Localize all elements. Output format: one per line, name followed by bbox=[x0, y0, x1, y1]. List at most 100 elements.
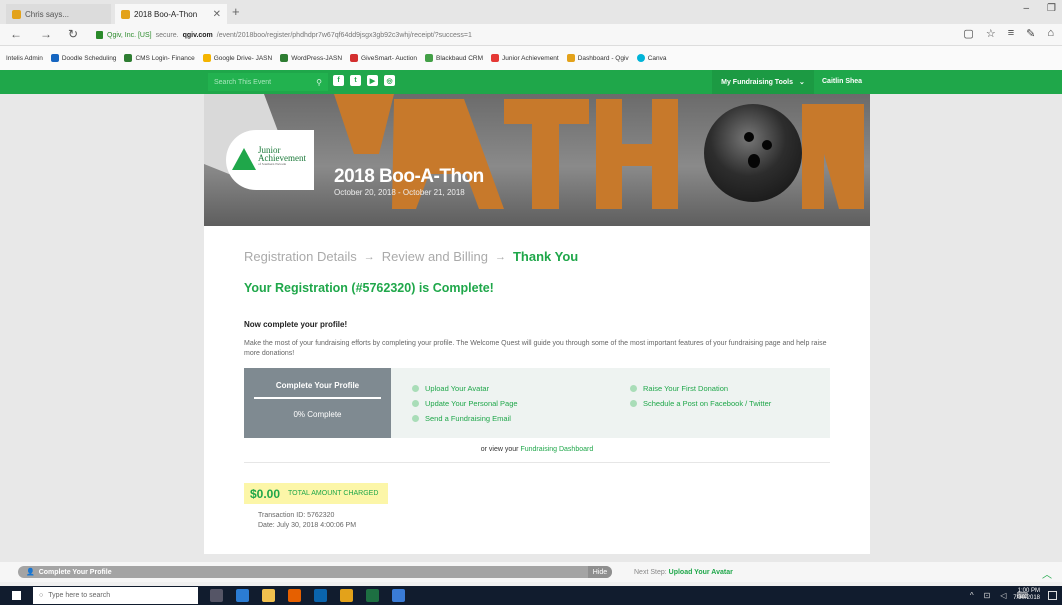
notifications-icon[interactable] bbox=[1048, 591, 1057, 600]
quest-progress-pill[interactable]: 👤 Complete Your Profile bbox=[18, 566, 612, 578]
bookmark-qgiv-dashboard[interactable]: Dashboard - Qgiv bbox=[566, 54, 629, 62]
browser-toolbar-icons: ▢ ☆ ≡ ✎ ⌂ bbox=[963, 27, 1054, 40]
qgiv-icon bbox=[566, 54, 575, 62]
bookmark-wordpress[interactable]: WordPress-JASN bbox=[280, 54, 342, 62]
taskbar-clock[interactable]: 1:00 PM 7/30/2018 bbox=[1013, 588, 1040, 602]
event-dates: October 20, 2018 - October 21, 2018 bbox=[334, 188, 465, 197]
outlook-icon[interactable] bbox=[314, 589, 327, 602]
clock-time: 1:00 PM bbox=[1017, 588, 1040, 594]
profile-subheading: Now complete your profile! bbox=[244, 320, 348, 329]
windows-taskbar: ○ Type here to search ^ ⊡ ◁ ⌨ 1:00 PM 7/… bbox=[0, 586, 1062, 605]
bookmark-label: Intelis Admin bbox=[6, 54, 43, 62]
instagram-icon[interactable]: ◎ bbox=[384, 75, 395, 86]
url-org: Qgiv, Inc. [US] bbox=[107, 31, 152, 39]
file-explorer-icon[interactable] bbox=[262, 589, 275, 602]
bookmark-label: Doodle Scheduling bbox=[61, 54, 117, 62]
taskbar-search-placeholder: Type here to search bbox=[48, 592, 111, 599]
profile-progress-label: 0% Complete bbox=[293, 410, 342, 419]
notes-icon[interactable]: ✎ bbox=[1026, 27, 1035, 40]
confirmation-heading: Your Registration (#5762320) is Complete… bbox=[244, 281, 494, 295]
edge-icon[interactable] bbox=[236, 589, 249, 602]
browser-tab-boo-a-thon[interactable]: 2018 Boo-A-Thon ✕ bbox=[115, 4, 227, 24]
event-title: 2018 Boo-A-Thon bbox=[334, 166, 484, 187]
restore-icon[interactable]: ❐ bbox=[1047, 3, 1056, 14]
reading-view-icon[interactable]: ▢ bbox=[963, 27, 973, 40]
volume-icon[interactable]: ◁ bbox=[1000, 591, 1006, 600]
google-drive-icon bbox=[202, 54, 211, 62]
favorite-star-icon[interactable]: ☆ bbox=[986, 27, 996, 40]
star-favicon-icon bbox=[12, 9, 21, 19]
qgiv-app-icon[interactable] bbox=[340, 589, 353, 602]
hub-icon[interactable]: ≡ bbox=[1008, 27, 1014, 40]
task-raise-first-donation[interactable]: Raise Your First Donation bbox=[630, 384, 728, 393]
canva-icon bbox=[636, 54, 645, 62]
browser-tab-chris[interactable]: Chris says... bbox=[6, 4, 111, 24]
windows-start-icon[interactable] bbox=[12, 591, 21, 600]
firefox-icon[interactable] bbox=[288, 589, 301, 602]
bookmark-givesmart[interactable]: GiveSmart- Auction bbox=[350, 54, 417, 62]
step-registration-details: Registration Details bbox=[244, 249, 357, 264]
close-tab-icon[interactable]: ✕ bbox=[213, 9, 221, 20]
ja-logo-text: Junior Achievement of Southern Nevada bbox=[258, 145, 306, 167]
hide-quest-button[interactable]: Hide bbox=[588, 566, 612, 578]
facebook-icon[interactable]: f bbox=[333, 75, 344, 86]
registration-steps: Registration Details → Review and Billin… bbox=[244, 249, 578, 264]
event-search-input[interactable]: Search This Event ⚲ bbox=[208, 73, 328, 91]
bookmark-label: Google Drive- JASN bbox=[213, 54, 273, 62]
network-icon[interactable]: ⊡ bbox=[984, 591, 991, 600]
profile-description: Make the most of your fundraising effort… bbox=[244, 340, 827, 357]
excel-icon[interactable] bbox=[366, 589, 379, 602]
bookmark-cms[interactable]: CMS Login- Finance bbox=[124, 54, 195, 62]
user-name[interactable]: Caitlin Shea bbox=[822, 78, 862, 85]
profile-progress-panel[interactable]: Complete Your Profile 0% Complete bbox=[244, 368, 391, 438]
chevron-down-icon: ⌄ bbox=[798, 79, 805, 86]
bookmark-doodle[interactable]: Doodle Scheduling bbox=[50, 54, 117, 62]
share-icon[interactable]: ⌂ bbox=[1047, 27, 1054, 40]
fundraising-tools-menu[interactable]: My Fundraising Tools ⌄ bbox=[712, 70, 814, 94]
app-icon[interactable] bbox=[392, 589, 405, 602]
bookmark-junior-achievement[interactable]: Junior Achievement bbox=[491, 54, 559, 62]
task-schedule-post[interactable]: Schedule a Post on Facebook / Twitter bbox=[630, 399, 771, 408]
next-step-link[interactable]: Upload Your Avatar bbox=[669, 569, 733, 576]
task-status-icon bbox=[412, 400, 419, 407]
url-path: /event/2018boo/register/phdhdpr7w67qf64d… bbox=[216, 31, 472, 39]
bookmarks-bar: Intelis Admin Doodle Scheduling CMS Logi… bbox=[0, 46, 1062, 70]
bookmark-blackbaud[interactable]: Blackbaud CRM bbox=[425, 54, 483, 62]
new-tab-icon[interactable]: + bbox=[232, 4, 240, 19]
forward-icon[interactable]: → bbox=[40, 27, 52, 41]
total-charged-badge: $0.00 TOTAL AMOUNT CHARGED bbox=[244, 483, 389, 504]
youtube-icon[interactable]: ▶ bbox=[367, 75, 378, 86]
refresh-icon[interactable]: ↻ bbox=[68, 27, 78, 41]
url-prefix: secure. bbox=[155, 31, 179, 39]
doodle-icon bbox=[50, 54, 59, 62]
task-status-icon bbox=[412, 415, 419, 422]
bookmark-intelis[interactable]: Intelis Admin bbox=[6, 55, 43, 62]
search-icon[interactable]: ⚲ bbox=[316, 78, 322, 87]
task-view-icon[interactable] bbox=[210, 589, 223, 602]
twitter-icon[interactable]: t bbox=[350, 75, 361, 86]
bookmark-canva[interactable]: Canva bbox=[636, 54, 666, 62]
youtube-icon bbox=[491, 54, 499, 62]
task-status-icon bbox=[412, 385, 419, 392]
task-send-fundraising-email[interactable]: Send a Fundraising Email bbox=[412, 414, 511, 423]
url-field[interactable]: Qgiv, Inc. [US] secure. qgiv.com/event/20… bbox=[96, 28, 472, 42]
transaction-id: Transaction ID: 5762320 bbox=[258, 512, 335, 519]
fundraising-dashboard-link[interactable]: Fundraising Dashboard bbox=[520, 446, 593, 453]
site-nav-bar: Search This Event ⚲ f t ▶ ◎ My Fundraisi… bbox=[0, 70, 1062, 94]
chevron-up-icon[interactable]: ^ bbox=[970, 591, 974, 600]
chevron-up-icon[interactable]: ︿ bbox=[1042, 566, 1052, 581]
task-update-personal-page[interactable]: Update Your Personal Page bbox=[412, 399, 518, 408]
window-controls: – ❐ bbox=[1023, 3, 1062, 14]
dashboard-prompt: or view your Fundraising Dashboard bbox=[480, 446, 594, 453]
taskbar-search-input[interactable]: ○ Type here to search bbox=[33, 587, 198, 604]
back-icon[interactable]: ← bbox=[10, 27, 22, 41]
event-banner: Junior Achievement of Southern Nevada 20… bbox=[204, 94, 870, 226]
bookmark-label: GiveSmart- Auction bbox=[361, 54, 418, 62]
step-thank-you: Thank You bbox=[512, 249, 579, 264]
bookmark-label: Dashboard - Qgiv bbox=[577, 54, 629, 62]
minimize-icon[interactable]: – bbox=[1023, 3, 1029, 14]
bookmark-label: WordPress-JASN bbox=[291, 54, 343, 62]
task-upload-avatar[interactable]: Upload Your Avatar bbox=[412, 384, 489, 393]
user-icon: 👤 bbox=[26, 569, 35, 576]
bookmark-google-drive[interactable]: Google Drive- JASN bbox=[202, 54, 273, 62]
